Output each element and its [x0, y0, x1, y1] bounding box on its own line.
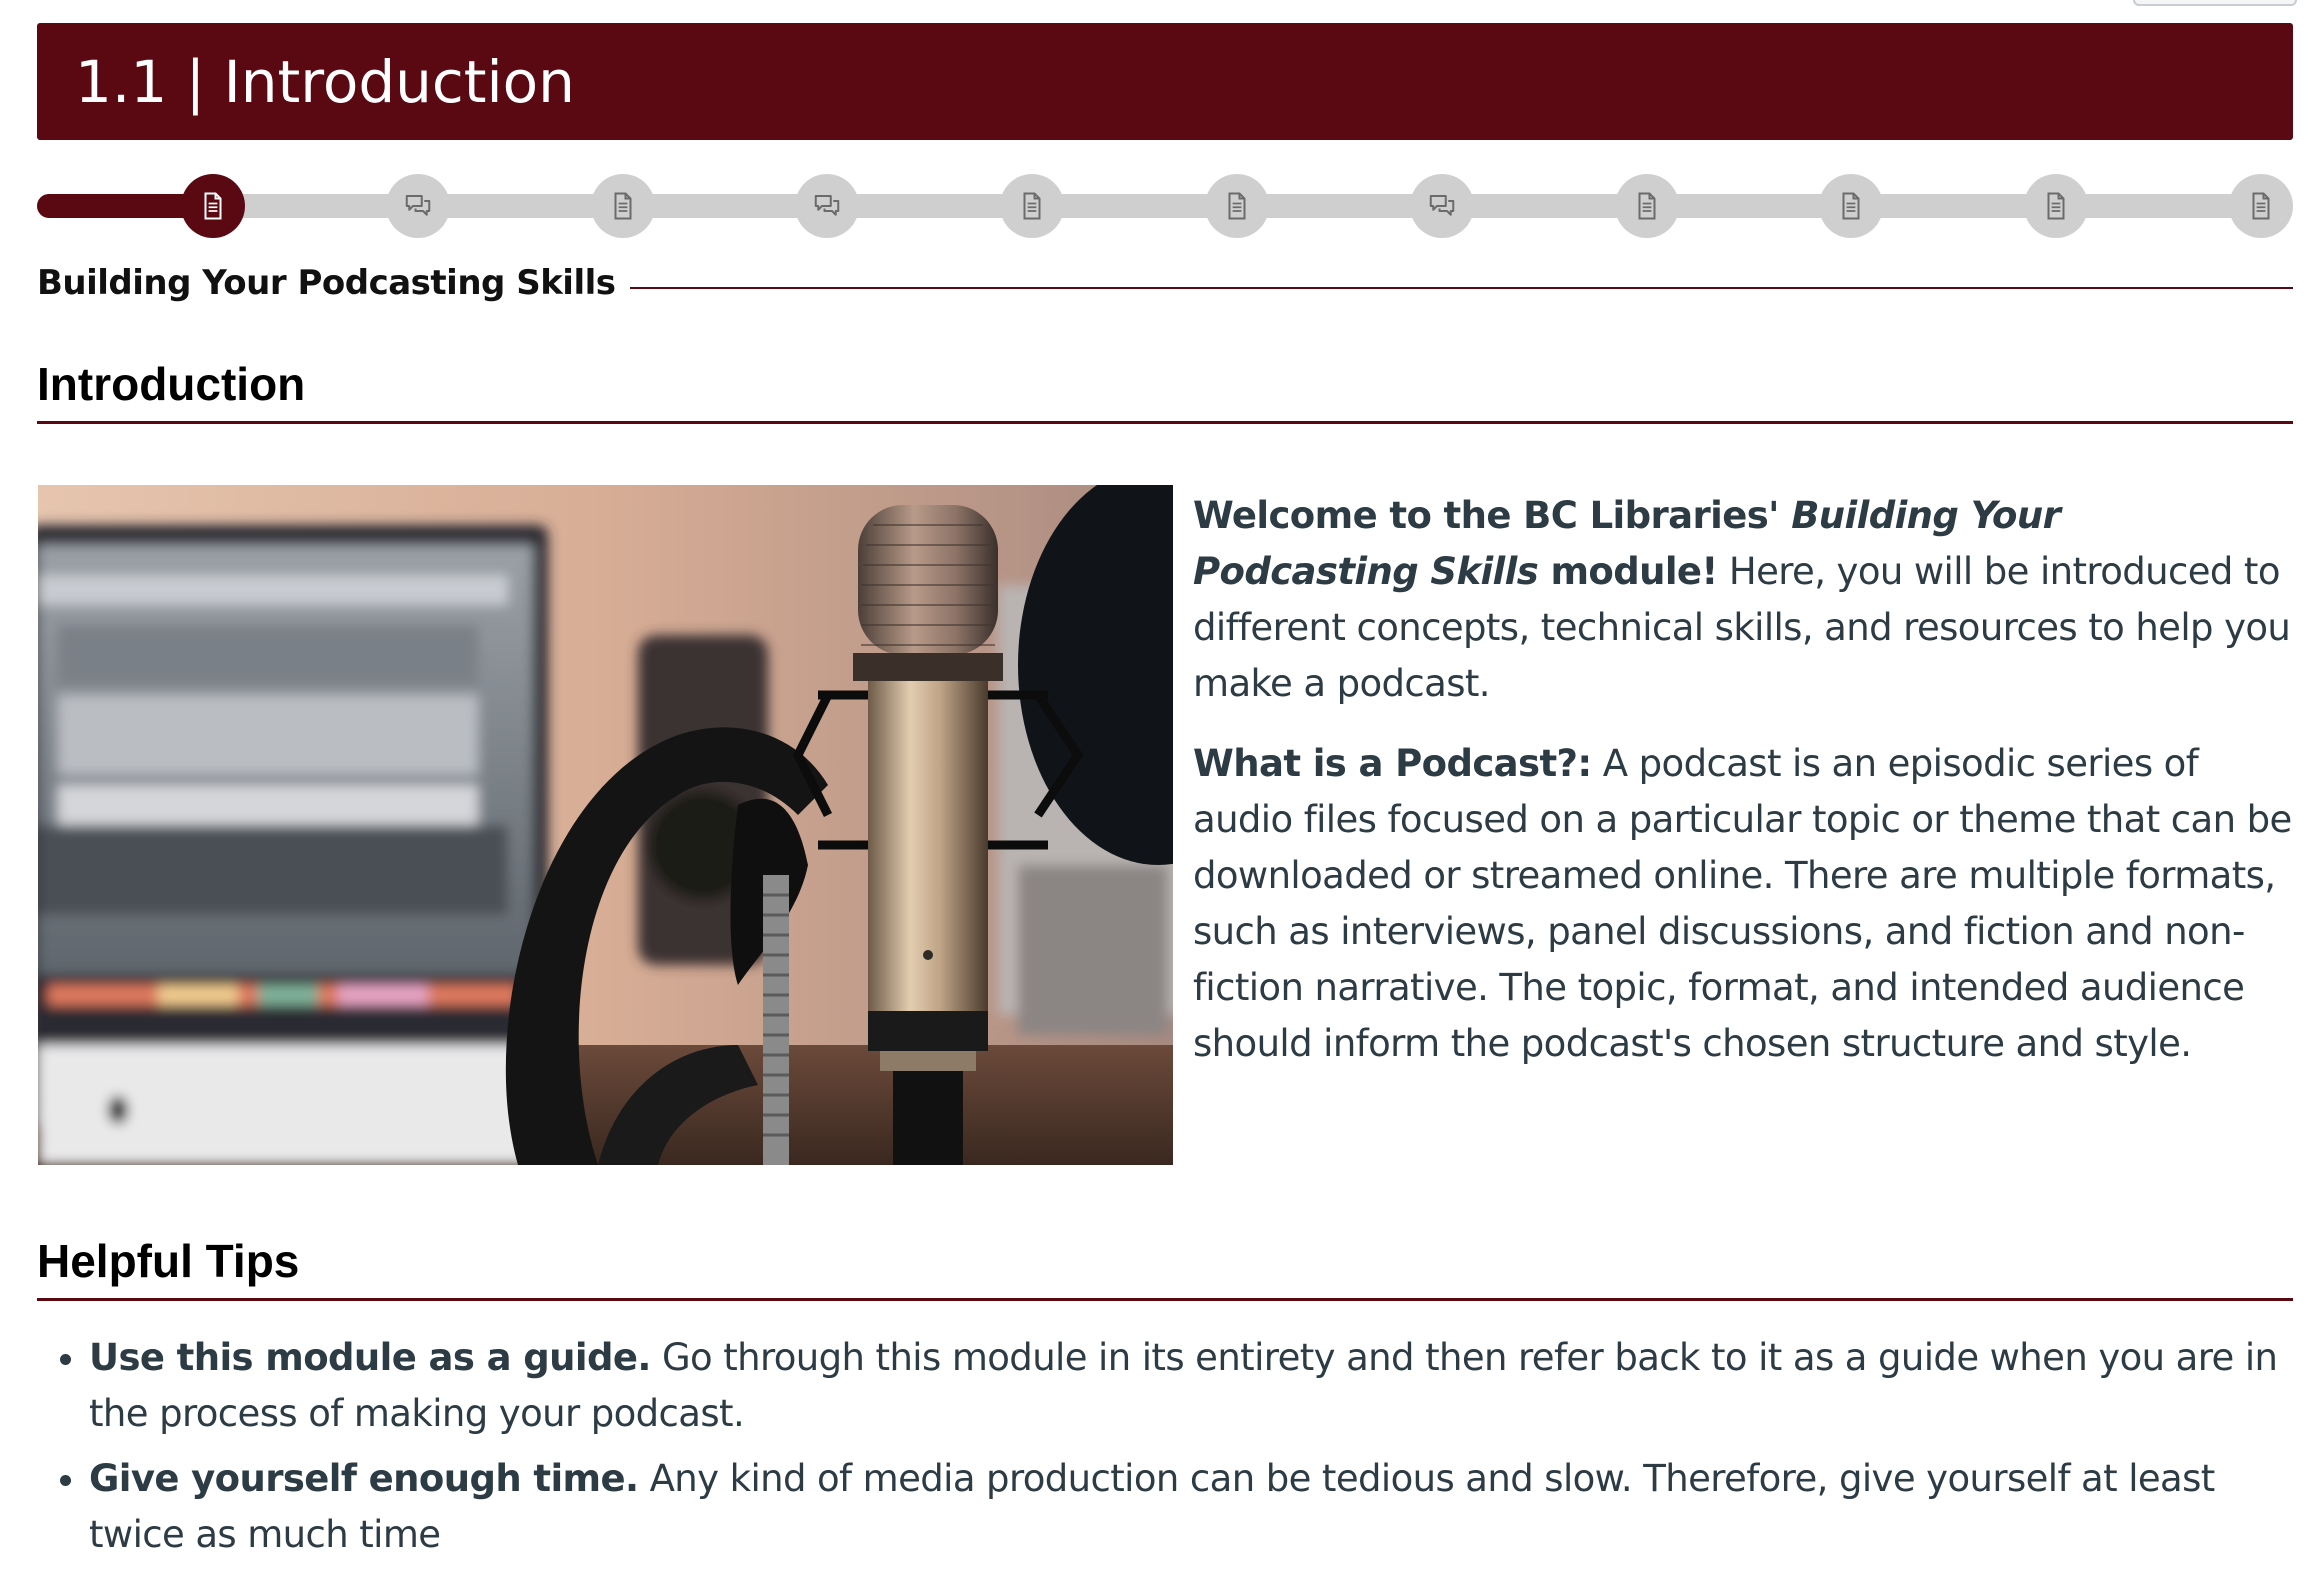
module-divider: [629, 287, 2293, 289]
top-corner-button[interactable]: [2133, 0, 2297, 6]
tip-title: Use this module as a guide.: [89, 1336, 651, 1379]
progress-step-5[interactable]: [1000, 174, 1065, 238]
welcome-lead: Welcome to the BC Libraries': [1193, 494, 1792, 537]
progress-step-6[interactable]: [1205, 174, 1269, 238]
discussion-icon: [812, 191, 842, 221]
tip-item: Give yourself enough time. Any kind of m…: [89, 1451, 2293, 1563]
podcast-definition-body: A podcast is an episodic series of audio…: [1193, 742, 2292, 1065]
tip-title: Give yourself enough time.: [89, 1457, 639, 1500]
progress-step-7[interactable]: [1409, 174, 1474, 238]
podcast-definition-term: What is a Podcast?:: [1193, 742, 1592, 785]
page-banner: 1.1 | Introduction: [37, 23, 2293, 140]
progress-step-10[interactable]: [2024, 174, 2089, 238]
progress-track: [37, 194, 2293, 218]
module-label: Building Your Podcasting Skills: [37, 263, 616, 303]
module-title-row: Building Your Podcasting Skills: [37, 258, 2293, 308]
page-icon: [1222, 191, 1252, 221]
introduction-heading: Introduction: [37, 357, 2293, 424]
helpful-tips-list: Use this module as a guide. Go through t…: [37, 1330, 2293, 1572]
progress-step-4[interactable]: [795, 174, 860, 238]
progress-step-11[interactable]: [2229, 174, 2293, 238]
tip-item: Use this module as a guide. Go through t…: [89, 1330, 2293, 1442]
progress-step-2[interactable]: [385, 174, 450, 238]
discussion-icon: [1427, 191, 1457, 221]
progress-step-9[interactable]: [1819, 174, 1884, 238]
module-progress-tracker: [37, 174, 2293, 238]
page-title: 1.1 | Introduction: [75, 48, 575, 116]
progress-step-1[interactable]: [181, 174, 245, 238]
podcast-definition-paragraph: What is a Podcast?: A podcast is an epis…: [1193, 736, 2293, 1072]
page-icon: [1017, 191, 1047, 221]
page-icon: [1632, 191, 1662, 221]
welcome-lead-end: module!: [1538, 550, 1718, 593]
page-icon: [2246, 191, 2276, 221]
welcome-paragraph: Welcome to the BC Libraries' Building Yo…: [1193, 488, 2293, 712]
podcast-microphone-image: [38, 485, 1173, 1165]
helpful-tips-heading: Helpful Tips: [37, 1234, 2293, 1301]
introduction-text: Welcome to the BC Libraries' Building Yo…: [1193, 488, 2293, 1096]
page-icon: [1836, 191, 1866, 221]
discussion-icon: [403, 191, 433, 221]
page-icon: [608, 191, 638, 221]
progress-step-8[interactable]: [1614, 174, 1679, 238]
progress-step-3[interactable]: [590, 174, 655, 238]
page-icon: [2041, 191, 2071, 221]
page-icon: [198, 191, 228, 221]
